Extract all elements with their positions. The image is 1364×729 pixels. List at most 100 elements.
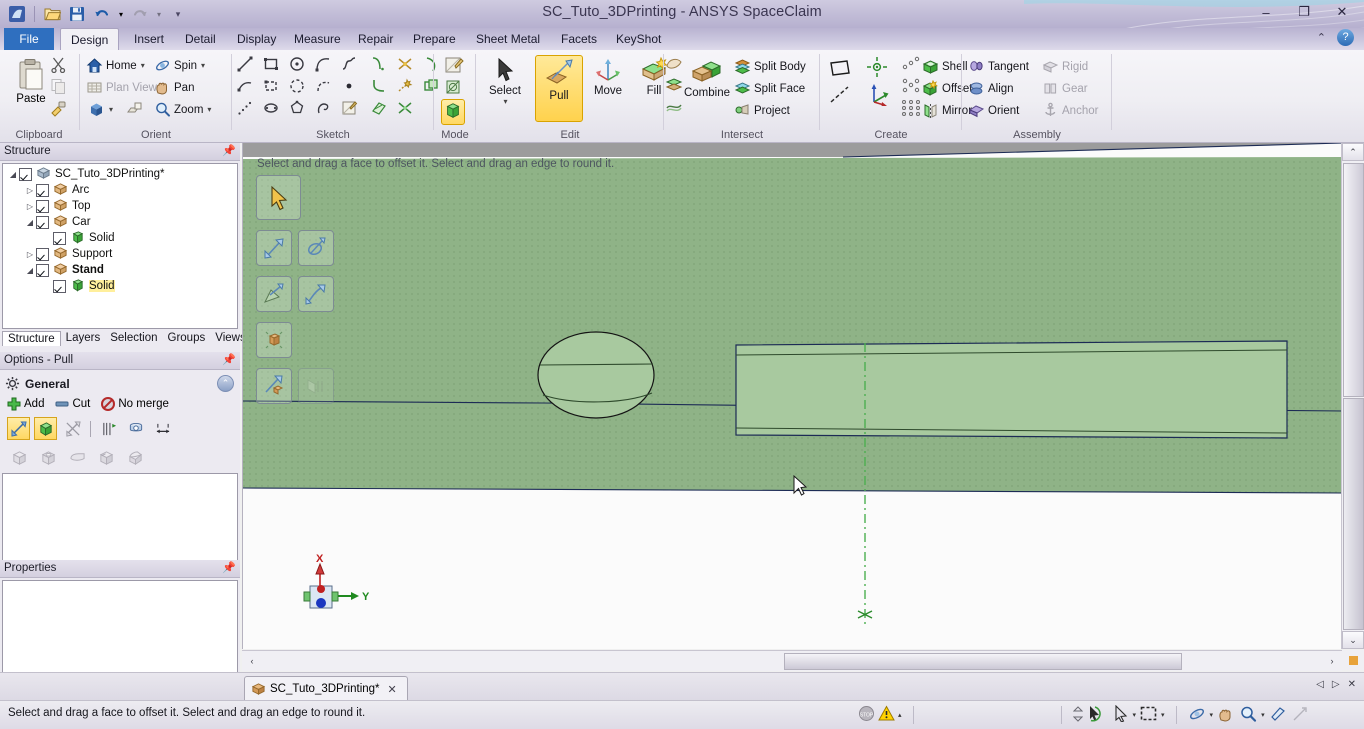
format-painter-button[interactable] bbox=[50, 100, 67, 120]
window-controls[interactable]: – ❐ ✕ bbox=[1248, 2, 1360, 22]
sketch-tool-4-icon[interactable] bbox=[314, 55, 333, 74]
copy-button[interactable] bbox=[50, 78, 67, 98]
status-bar-tools[interactable]: STOP ▴ bbox=[858, 701, 1309, 729]
view-cube-button[interactable]: ▾ bbox=[88, 101, 113, 118]
pointer-icon[interactable] bbox=[1114, 705, 1129, 725]
panel-tab-layers[interactable]: Layers bbox=[61, 331, 106, 346]
tab-facets[interactable]: Facets bbox=[551, 28, 607, 50]
home-dropdown-icon[interactable]: ▾ bbox=[141, 61, 145, 70]
project-button[interactable]: Project bbox=[734, 102, 790, 119]
tree-checkbox[interactable] bbox=[36, 200, 49, 213]
tree-item-support[interactable]: ▷Support bbox=[3, 246, 237, 262]
spin-dropdown-icon[interactable]: ▾ bbox=[1210, 711, 1214, 719]
orient-button[interactable]: Orient bbox=[968, 102, 1019, 119]
pull-rotate-icon[interactable] bbox=[298, 230, 334, 266]
sketch-tool-12-icon[interactable] bbox=[314, 77, 333, 96]
tree-expander[interactable]: ◢ bbox=[24, 218, 36, 227]
viewport-vertical-scrollbar[interactable]: ⌃ ⌄ bbox=[1341, 143, 1364, 649]
gear-button[interactable]: Gear bbox=[1042, 80, 1088, 97]
scroll-right-button[interactable]: › bbox=[1324, 652, 1340, 669]
tree-item-sc-tuto-3dprinting-[interactable]: ◢SC_Tuto_3DPrinting* bbox=[3, 166, 237, 182]
pull-measure-icon[interactable] bbox=[97, 417, 120, 440]
pull-direction-icon[interactable] bbox=[256, 230, 292, 266]
tree-checkbox[interactable] bbox=[53, 232, 66, 245]
move-button[interactable]: Move bbox=[585, 56, 631, 97]
tree-expander[interactable]: ▷ bbox=[24, 250, 36, 259]
tree-item-solid[interactable]: Solid bbox=[3, 278, 237, 294]
tab-file[interactable]: File bbox=[4, 28, 54, 50]
options-collapse-button[interactable]: ⌃ bbox=[217, 375, 234, 392]
tree-expander[interactable]: ◢ bbox=[24, 266, 36, 275]
create-pattern-circular-icon[interactable] bbox=[900, 76, 922, 97]
3d-viewport[interactable]: Select and drag a face to offset it. Sel… bbox=[242, 143, 1343, 649]
select-dropdown-icon[interactable]: ▾ bbox=[503, 97, 507, 106]
pull-shape-1-icon[interactable] bbox=[8, 446, 31, 469]
tab-detail[interactable]: Detail bbox=[175, 28, 226, 50]
ribbon-collapse-icon[interactable]: ⌃ bbox=[1317, 31, 1326, 44]
sketch-tool-2-icon[interactable] bbox=[262, 55, 281, 74]
tab-sheet-metal[interactable]: Sheet Metal bbox=[466, 28, 550, 50]
document-tab[interactable]: SC_Tuto_3DPrinting* ✕ bbox=[244, 676, 408, 701]
warning-dropdown-icon[interactable]: ▴ bbox=[898, 711, 902, 719]
structure-panel-tabs[interactable]: Structure Layers Selection Groups Views bbox=[2, 331, 238, 346]
sketch-tool-22-icon[interactable] bbox=[370, 99, 389, 118]
pull-no-ruled-icon[interactable] bbox=[61, 417, 84, 440]
pull-cut-option[interactable]: Cut bbox=[55, 398, 90, 410]
create-axis-icon[interactable] bbox=[828, 84, 852, 109]
doc-prev-icon[interactable]: ◁ bbox=[1316, 679, 1324, 690]
section-icon[interactable] bbox=[1269, 705, 1287, 726]
spin-button[interactable]: Spin ▾ bbox=[154, 57, 205, 74]
split-face-button[interactable]: Split Face bbox=[734, 80, 805, 97]
zoom-dropdown-icon[interactable]: ▾ bbox=[207, 105, 211, 114]
sketch-tool-23-icon[interactable] bbox=[396, 99, 415, 118]
create-pattern-linear-icon[interactable] bbox=[900, 54, 922, 75]
doc-next-icon[interactable]: ▷ bbox=[1332, 679, 1340, 690]
scroll-up-button[interactable]: ⌃ bbox=[1342, 143, 1364, 161]
select-button[interactable]: Select ▾ bbox=[482, 56, 528, 106]
properties-pin-icon[interactable]: 📌 bbox=[222, 560, 236, 577]
pull-shape-3-icon[interactable] bbox=[66, 446, 89, 469]
pull-extrude-edges-icon[interactable] bbox=[34, 417, 57, 440]
tree-expander[interactable]: ▷ bbox=[24, 186, 36, 195]
panel-tab-structure[interactable]: Structure bbox=[2, 331, 61, 346]
pull-full-pull-icon[interactable] bbox=[151, 417, 174, 440]
zoom-icon[interactable] bbox=[1239, 705, 1257, 726]
document-tab-nav[interactable]: ◁ ▷ ✕ bbox=[1316, 679, 1356, 690]
pull-arrow-icon[interactable] bbox=[298, 276, 334, 312]
create-plane-icon[interactable] bbox=[828, 58, 852, 81]
tree-expander[interactable]: ◢ bbox=[7, 170, 19, 179]
properties-grid[interactable] bbox=[2, 580, 238, 678]
split-body-button[interactable]: Split Body bbox=[734, 58, 806, 75]
tree-item-car[interactable]: ◢Car bbox=[3, 214, 237, 230]
create-triad-icon[interactable] bbox=[864, 82, 890, 109]
sketch-tool-1-icon[interactable] bbox=[236, 55, 255, 74]
pull-ruler-icon[interactable] bbox=[256, 368, 292, 404]
combine-button[interactable]: Combine bbox=[678, 56, 736, 99]
sketch-tool-21-icon[interactable] bbox=[340, 99, 359, 118]
maximize-button[interactable]: ❐ bbox=[1286, 2, 1322, 22]
plan-view-button[interactable]: Plan View bbox=[86, 79, 157, 96]
tree-checkbox[interactable] bbox=[36, 184, 49, 197]
pin-icon[interactable]: 📌 bbox=[222, 143, 236, 160]
sketch-tool-19-icon[interactable] bbox=[288, 99, 307, 118]
spin-dropdown-icon[interactable]: ▾ bbox=[201, 61, 205, 70]
zoom-dropdown-icon[interactable]: ▾ bbox=[1261, 711, 1265, 719]
tab-repair[interactable]: Repair bbox=[348, 28, 403, 50]
help-icon[interactable]: ? bbox=[1337, 29, 1354, 46]
viewport-mini-toolbar[interactable] bbox=[256, 175, 334, 414]
panel-tab-groups[interactable]: Groups bbox=[163, 331, 211, 346]
scroll-left-button[interactable]: ‹ bbox=[244, 652, 260, 669]
pan-button[interactable]: Pan bbox=[154, 79, 194, 96]
create-pattern-grid-icon[interactable] bbox=[900, 98, 922, 120]
home-button[interactable]: Home ▾ bbox=[86, 57, 145, 74]
spin-icon[interactable] bbox=[1188, 705, 1206, 726]
sketch-tool-9-icon[interactable] bbox=[236, 77, 255, 96]
cut-button[interactable] bbox=[50, 56, 67, 76]
pull-directions-icon[interactable] bbox=[7, 417, 30, 440]
pull-button[interactable]: Pull bbox=[535, 55, 583, 122]
close-button[interactable]: ✕ bbox=[1324, 2, 1360, 22]
sketch-tool-3-icon[interactable] bbox=[288, 55, 307, 74]
horizontal-scroll-thumb[interactable] bbox=[784, 653, 1182, 670]
spin-step-icon[interactable] bbox=[1073, 705, 1083, 726]
vertical-scroll-thumb[interactable] bbox=[1343, 163, 1364, 397]
